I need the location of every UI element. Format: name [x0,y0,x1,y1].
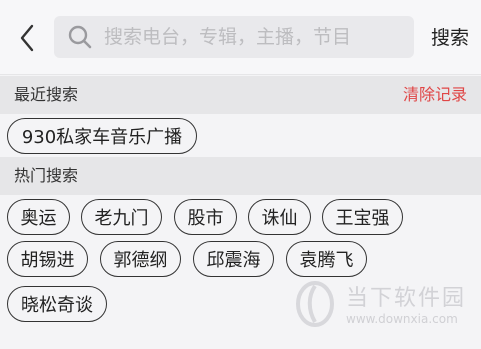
chevron-left-icon [20,24,34,52]
recent-search-header: 最近搜索 清除记录 [0,76,481,114]
search-button[interactable]: 搜索 [424,22,476,54]
hot-search-chip[interactable]: 袁腾飞 [286,241,367,277]
recent-search-title: 最近搜索 [14,85,79,104]
hot-search-chip[interactable]: 王宝强 [322,199,403,235]
hot-search-header: 热门搜索 [0,157,481,195]
hot-search-chip[interactable]: 郭德纲 [100,241,181,277]
hot-search-chip[interactable]: 邱震海 [193,241,274,277]
search-icon [66,23,94,51]
hot-search-chip[interactable]: 奥运 [7,199,70,235]
search-input[interactable] [104,26,404,48]
hot-search-title: 热门搜索 [14,166,79,185]
watermark-url: www.downxia.com [346,312,458,326]
watermark: 当下软件园 www.downxia.com [292,276,472,336]
watermark-logo-icon [296,281,334,327]
search-box[interactable] [54,16,414,58]
clear-history-button[interactable]: 清除记录 [403,76,467,114]
hot-search-chip[interactable]: 胡锡进 [7,241,88,277]
top-bar: 搜索 [0,0,481,75]
watermark-title: 当下软件园 [346,286,467,311]
hot-search-chip[interactable]: 晓松奇谈 [7,286,107,322]
hot-search-chip[interactable]: 诛仙 [248,199,311,235]
hot-search-chip[interactable]: 老九门 [81,199,162,235]
back-button[interactable] [14,22,40,54]
hot-search-chip[interactable]: 股市 [174,199,237,235]
recent-search-chip[interactable]: 930私家车音乐广播 [7,118,197,154]
